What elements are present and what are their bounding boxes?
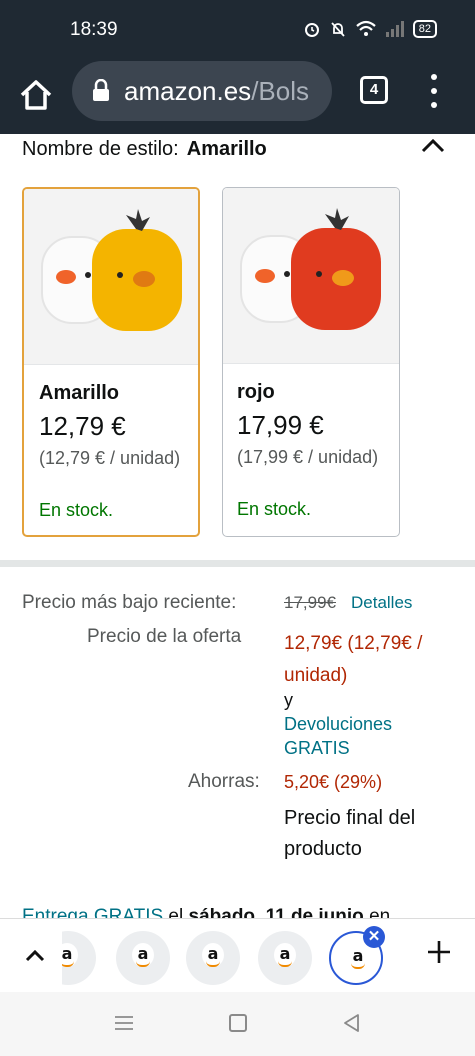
product-image — [24, 189, 198, 365]
close-tab-icon[interactable]: ✕ — [363, 926, 385, 948]
tab-thumbnail[interactable]: a — [62, 931, 96, 985]
chevron-up-icon[interactable] — [24, 947, 46, 963]
tab-thumbnail[interactable]: a — [186, 931, 240, 985]
style-label: Nombre de estilo: — [22, 138, 179, 160]
amazon-logo-icon: a — [132, 943, 154, 967]
tab-thumbnail[interactable]: a — [116, 931, 170, 985]
amazon-logo-icon: a — [202, 943, 224, 967]
style-name-heading: Nombre de estilo: Amarillo — [22, 138, 267, 161]
style-option-amarillo[interactable]: Amarillo 12,79 € (12,79 € / unidad) En s… — [22, 187, 200, 537]
amazon-logo-icon: a — [62, 943, 78, 967]
details-link[interactable]: Detalles — [351, 593, 412, 613]
nav-back-icon[interactable] — [342, 1013, 360, 1033]
section-divider — [0, 560, 475, 567]
amazon-logo-icon: a — [274, 943, 296, 967]
alarm-icon — [304, 23, 319, 37]
status-time: 18:39 — [70, 19, 118, 40]
lock-icon — [93, 79, 109, 101]
selected-style: Amarillo — [186, 138, 267, 160]
more-menu-icon[interactable] — [424, 74, 444, 108]
option-name: rojo — [237, 381, 275, 403]
url-host: amazon.es — [124, 76, 252, 106]
option-price: 17,99 € — [237, 410, 324, 440]
tab-strip: a a a a a ✕ — [0, 918, 475, 992]
option-stock: En stock. — [39, 500, 114, 520]
offer-price-value: 12,79€ (12,79€ / unidad) — [284, 633, 423, 686]
new-tab-icon[interactable] — [426, 939, 452, 965]
signal-icon — [385, 21, 404, 37]
option-unit-price: (12,79 € / unidad) — [39, 448, 181, 468]
savings-label: Ahorras: — [188, 771, 260, 792]
lowest-price-value: 17,99€ — [284, 593, 336, 612]
final-price-note: Precio final del producto — [284, 807, 416, 860]
address-bar[interactable]: amazon.es/Bols — [72, 61, 332, 121]
offer-price-label: Precio de la oferta — [87, 626, 242, 647]
and-text: y — [284, 690, 293, 710]
nav-home-icon[interactable] — [229, 1014, 247, 1032]
home-icon[interactable] — [18, 77, 54, 113]
savings-value: 5,20€ (29%) — [284, 772, 383, 792]
wifi-icon — [356, 20, 376, 36]
delivery-info: Entrega GRATIS el sábado, 11 de junio en — [22, 903, 390, 919]
option-stock: En stock. — [237, 499, 312, 519]
amazon-logo-icon: a — [347, 945, 369, 969]
browser-toolbar: amazon.es/Bols 4 — [0, 60, 475, 134]
battery-indicator: 82 — [412, 20, 437, 38]
style-option-rojo[interactable]: rojo 17,99 € (17,99 € / unidad) En stock… — [222, 187, 400, 537]
tab-switcher-button[interactable]: 4 — [360, 76, 388, 104]
system-nav-bar — [0, 992, 475, 1056]
url-path: /Bols — [251, 76, 309, 106]
recent-apps-icon[interactable] — [114, 1015, 134, 1031]
chevron-up-icon[interactable] — [420, 135, 446, 155]
option-price: 12,79 € — [39, 411, 126, 441]
free-returns-link[interactable]: Devoluciones GRATIS — [284, 712, 424, 760]
status-bar: 18:39 82 — [0, 0, 475, 60]
option-name: Amarillo — [39, 382, 120, 404]
product-image — [223, 188, 399, 364]
tab-thumbnail[interactable]: a — [258, 931, 312, 985]
option-unit-price: (17,99 € / unidad) — [237, 447, 379, 467]
lowest-price-label: Precio más bajo reciente: — [22, 592, 237, 613]
status-icons: 82 — [303, 20, 437, 38]
mute-icon — [331, 22, 345, 37]
